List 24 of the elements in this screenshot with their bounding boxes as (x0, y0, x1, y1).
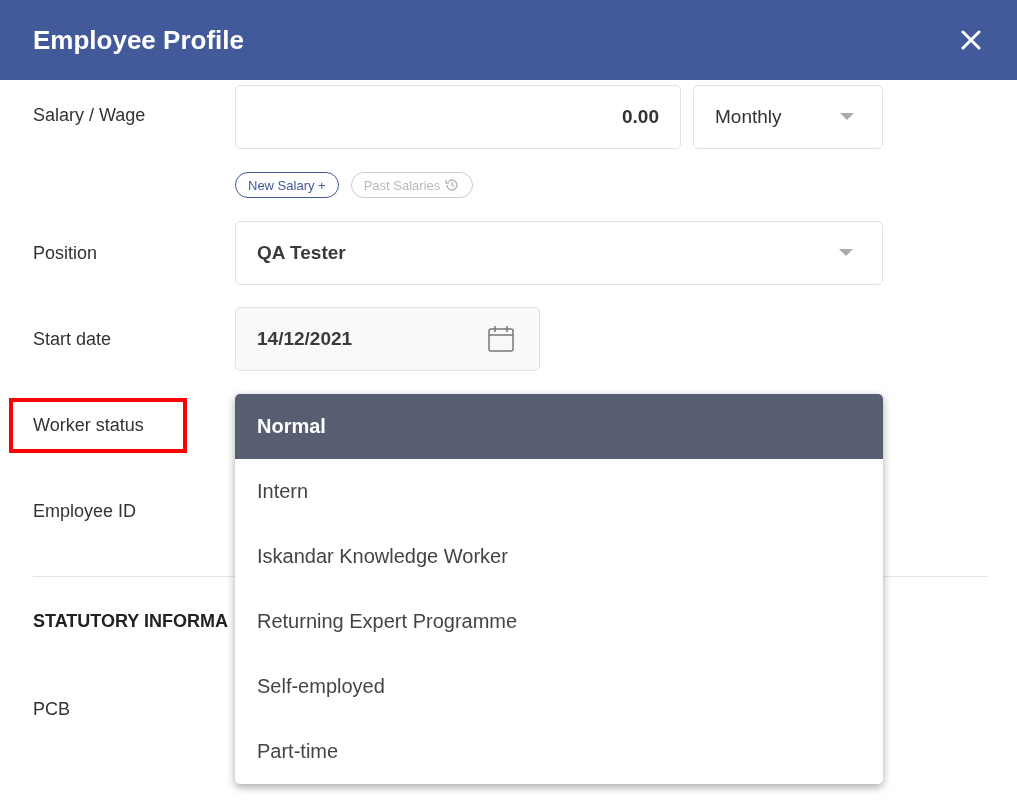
dropdown-option[interactable]: Iskandar Knowledge Worker (235, 524, 883, 589)
date-field[interactable]: 14/12/2021 (235, 307, 540, 371)
field-label: Salary / Wage (33, 104, 147, 126)
new-salary-button[interactable]: New Salary + (235, 172, 339, 198)
history-icon (444, 177, 461, 193)
dropdown-option[interactable]: Returning Expert Programme (235, 589, 883, 654)
caret-icon (840, 113, 854, 121)
position-select[interactable]: QA Tester (235, 221, 883, 285)
dropdown-option[interactable]: Self-employed (235, 654, 883, 719)
dropdown-option[interactable]: Normal (235, 394, 883, 459)
dropdown-option[interactable]: Part-time (235, 719, 883, 784)
section-heading: STATUTORY INFORMA (33, 610, 228, 632)
field-label: Start date (33, 328, 113, 350)
dropdown-option[interactable]: Intern (235, 459, 883, 524)
field-label: Position (33, 242, 99, 264)
close-icon (961, 30, 981, 50)
close-button[interactable] (961, 30, 981, 50)
window-title: Employee Profile (33, 24, 244, 56)
period-select[interactable]: Monthly (693, 85, 883, 149)
field-label: Employee ID (33, 500, 138, 522)
field-label: PCB (33, 698, 71, 720)
calendar-icon (487, 325, 515, 353)
caret-icon (839, 249, 853, 257)
salary-field[interactable]: 0.00 (235, 85, 681, 149)
